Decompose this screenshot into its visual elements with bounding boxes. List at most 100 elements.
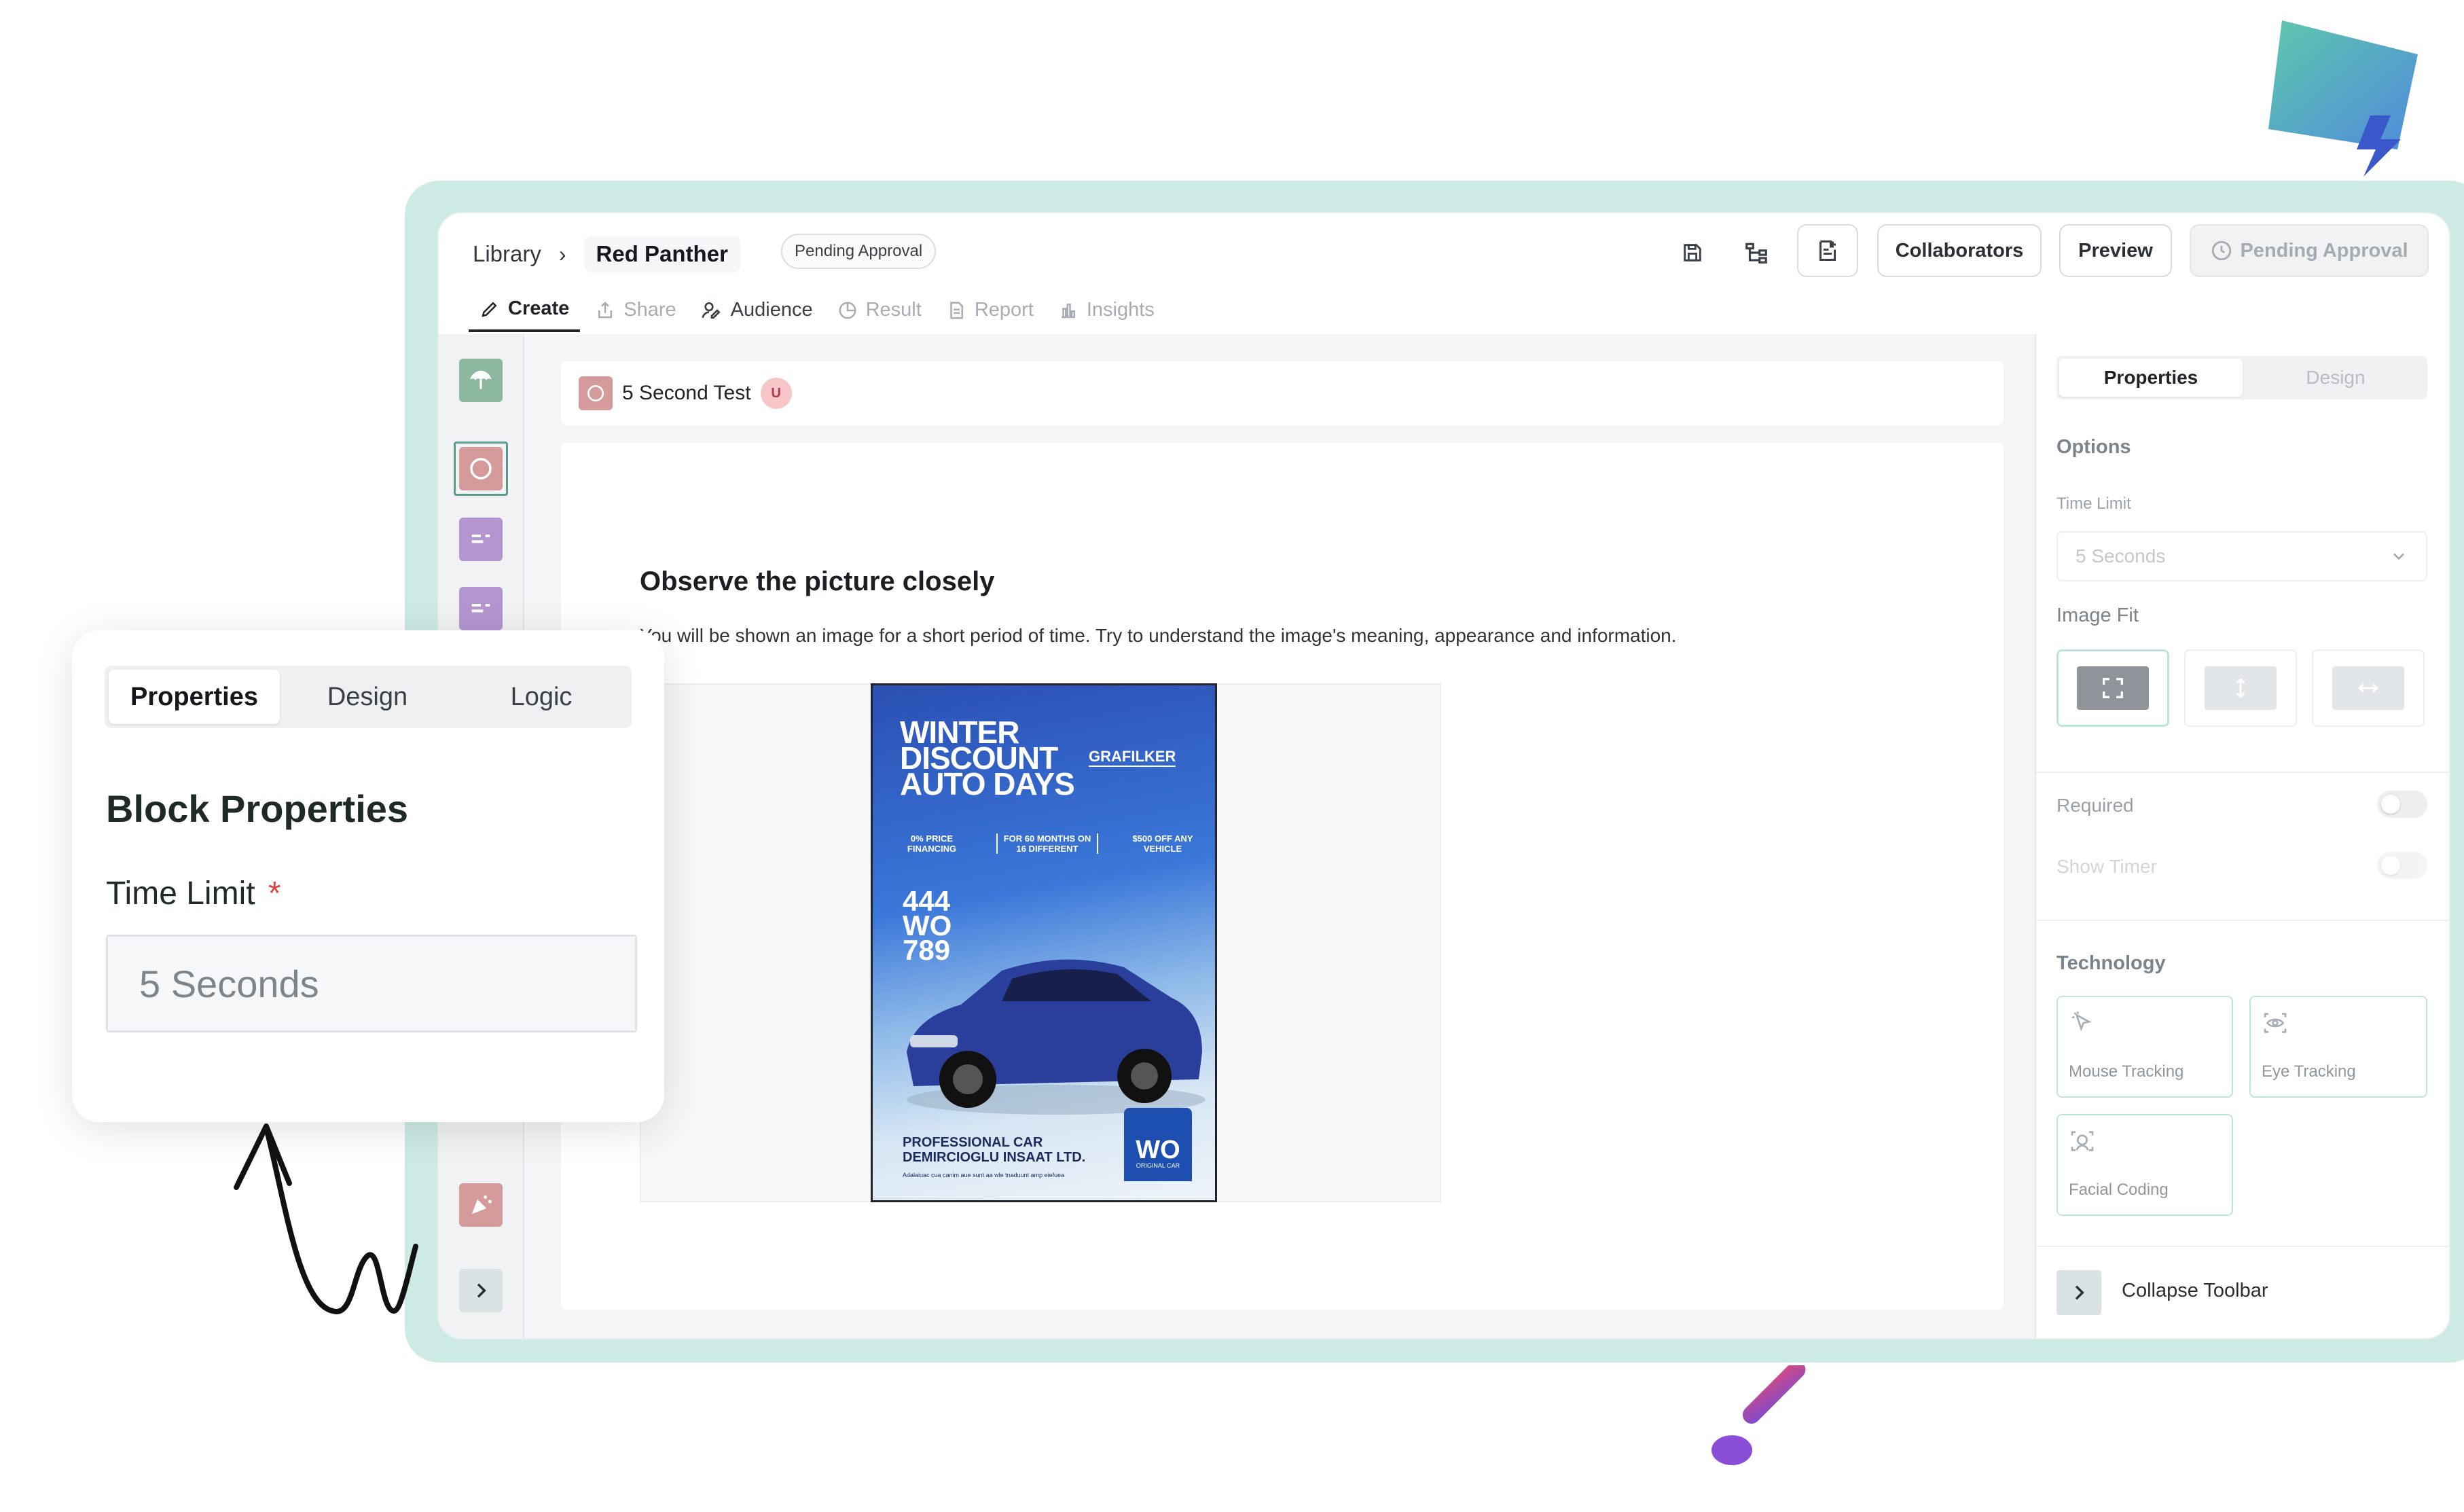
report-icon bbox=[950, 302, 963, 319]
rail-end-block[interactable] bbox=[459, 1183, 503, 1227]
clock-icon bbox=[2212, 240, 2232, 261]
rail-text-block-2[interactable] bbox=[459, 587, 503, 630]
divider bbox=[2036, 772, 2449, 773]
content-heading: Observe the picture closely bbox=[640, 566, 995, 596]
time-limit-select[interactable]: 5 Seconds bbox=[2057, 531, 2427, 581]
block-header: 5 Second Test U bbox=[561, 361, 2004, 425]
breadcrumb-project[interactable]: Red Panther bbox=[583, 236, 740, 272]
flow-icon[interactable] bbox=[1736, 232, 1777, 273]
collapse-toolbar-label[interactable]: Collapse Toolbar bbox=[2122, 1280, 2268, 1302]
breadcrumb: Library › Red Panther bbox=[473, 234, 740, 274]
pending-approval-button[interactable]: Pending Approval bbox=[2190, 224, 2429, 277]
poster-title: WINTER DISCOUNT AUTO DAYS bbox=[900, 715, 1075, 802]
audience-icon bbox=[702, 302, 721, 319]
card-time-limit-input[interactable]: 5 Seconds bbox=[106, 935, 637, 1032]
card-field-label: Time Limit * bbox=[106, 876, 281, 912]
insights-icon bbox=[1061, 303, 1075, 318]
collaborators-button[interactable]: Collaborators bbox=[1877, 224, 2042, 277]
card-tab-properties[interactable]: Properties bbox=[109, 670, 280, 724]
workspace: 5 Second Test U Observe the picture clos… bbox=[439, 334, 2449, 1338]
collapse-toolbar-button[interactable] bbox=[2057, 1270, 2101, 1315]
app-window: Library › Red Panther Pending Approval C… bbox=[439, 213, 2449, 1338]
required-toggle[interactable] bbox=[2377, 791, 2427, 818]
card-tabs: Properties Design Logic bbox=[105, 666, 632, 728]
expand-icon bbox=[2103, 678, 2123, 698]
poster-image: WINTER DISCOUNT AUTO DAYS GRAFILKER 0% P… bbox=[871, 683, 1217, 1202]
breadcrumb-library[interactable]: Library bbox=[473, 241, 541, 267]
rail-welcome-block[interactable] bbox=[459, 359, 503, 402]
properties-panel: Properties Design Options Time Limit 5 S… bbox=[2035, 334, 2449, 1338]
block-properties-card: Properties Design Logic Block Properties… bbox=[72, 630, 664, 1122]
block-type-icon bbox=[579, 376, 613, 410]
umbrella-icon bbox=[470, 370, 492, 389]
show-timer-label: Show Timer bbox=[2057, 856, 2157, 877]
eye-tracking-option[interactable]: Eye Tracking bbox=[2249, 996, 2427, 1098]
image-fit-height-button[interactable] bbox=[2184, 649, 2297, 727]
card-tab-design[interactable]: Design bbox=[283, 670, 452, 724]
tab-create[interactable]: Create bbox=[469, 298, 581, 332]
preview-button[interactable]: Preview bbox=[2059, 224, 2172, 277]
user-badge: U bbox=[760, 378, 792, 409]
block-preview-panel: Observe the picture closely You will be … bbox=[561, 443, 2004, 1310]
chevron-right-icon bbox=[2075, 1285, 2084, 1300]
add-block-icon bbox=[1819, 240, 1836, 261]
image-fit-width-button[interactable] bbox=[2312, 649, 2425, 727]
time-limit-label: Time Limit bbox=[2057, 494, 2131, 513]
poster-offers: 0% PRICE FINANCING FOR 60 MONTHS ON 16 D… bbox=[907, 833, 1193, 854]
card-tab-logic[interactable]: Logic bbox=[455, 670, 628, 724]
rail-five-second-block[interactable] bbox=[459, 447, 503, 490]
share-icon bbox=[598, 301, 613, 318]
tab-insights[interactable]: Insights bbox=[1058, 298, 1155, 332]
tab-result[interactable]: Result bbox=[837, 298, 922, 332]
poster-footer: PROFESSIONAL CAR DEMIRCIOGLU INSAAT LTD.… bbox=[903, 1135, 1086, 1178]
divider bbox=[2036, 920, 2449, 921]
eye-icon bbox=[2264, 1013, 2287, 1033]
poster-logo: WO ORIGINAL CAR bbox=[1124, 1108, 1192, 1181]
cursor-icon bbox=[2072, 1011, 2092, 1032]
tab-report[interactable]: Report bbox=[946, 298, 1034, 332]
mouse-tracking-option[interactable]: Mouse Tracking bbox=[2057, 996, 2233, 1098]
tab-audience[interactable]: Audience bbox=[701, 298, 813, 332]
rail-text-block-1[interactable] bbox=[459, 518, 503, 561]
card-heading: Block Properties bbox=[106, 787, 409, 830]
party-icon bbox=[471, 1195, 492, 1214]
top-bar: Library › Red Panther Pending Approval C… bbox=[439, 213, 2449, 334]
text-lines-icon bbox=[471, 535, 490, 543]
save-icon[interactable] bbox=[1672, 232, 1713, 273]
face-scan-icon bbox=[2071, 1131, 2094, 1151]
content-description: You will be shown an image for a short p… bbox=[640, 625, 1677, 646]
chevron-down-icon bbox=[2393, 553, 2404, 560]
poster-brand: GRAFILKER bbox=[1089, 748, 1176, 767]
pie-icon bbox=[839, 302, 856, 319]
block-title: 5 Second Test bbox=[622, 382, 751, 404]
chevron-right-icon bbox=[477, 1283, 486, 1298]
required-marker: * bbox=[268, 876, 281, 912]
panel-tab-properties[interactable]: Properties bbox=[2059, 359, 2243, 397]
facial-coding-option[interactable]: Facial Coding bbox=[2057, 1114, 2233, 1216]
rail-expand-button[interactable] bbox=[459, 1269, 503, 1312]
status-pill: Pending Approval bbox=[781, 234, 937, 269]
decorative-flag-icon bbox=[2268, 20, 2418, 177]
required-label: Required bbox=[2057, 795, 2134, 816]
technology-heading: Technology bbox=[2057, 952, 2166, 974]
canvas: 5 Second Test U Observe the picture clos… bbox=[561, 361, 2004, 1310]
panel-tab-design[interactable]: Design bbox=[2247, 359, 2425, 397]
text-lines-icon bbox=[471, 604, 490, 613]
add-block-button[interactable] bbox=[1797, 224, 1858, 277]
pending-approval-label: Pending Approval bbox=[2240, 239, 2408, 262]
circle-icon bbox=[470, 458, 492, 480]
divider bbox=[2036, 1246, 2449, 1247]
circle-icon bbox=[587, 385, 604, 401]
pencil-icon bbox=[482, 301, 497, 317]
show-timer-toggle[interactable] bbox=[2377, 852, 2427, 879]
vertical-arrows-icon bbox=[2236, 678, 2245, 698]
decorative-brush-icon bbox=[1711, 1365, 1806, 1465]
breadcrumb-separator: › bbox=[558, 241, 566, 266]
image-fit-label: Image Fit bbox=[2057, 605, 2139, 626]
tab-share[interactable]: Share bbox=[595, 298, 676, 332]
hand-drawn-arrow-icon bbox=[234, 1123, 418, 1314]
options-heading: Options bbox=[2057, 436, 2131, 458]
horizontal-arrows-icon bbox=[2358, 683, 2378, 693]
car-image bbox=[907, 959, 1206, 1115]
image-fit-fill-button[interactable] bbox=[2057, 649, 2169, 727]
